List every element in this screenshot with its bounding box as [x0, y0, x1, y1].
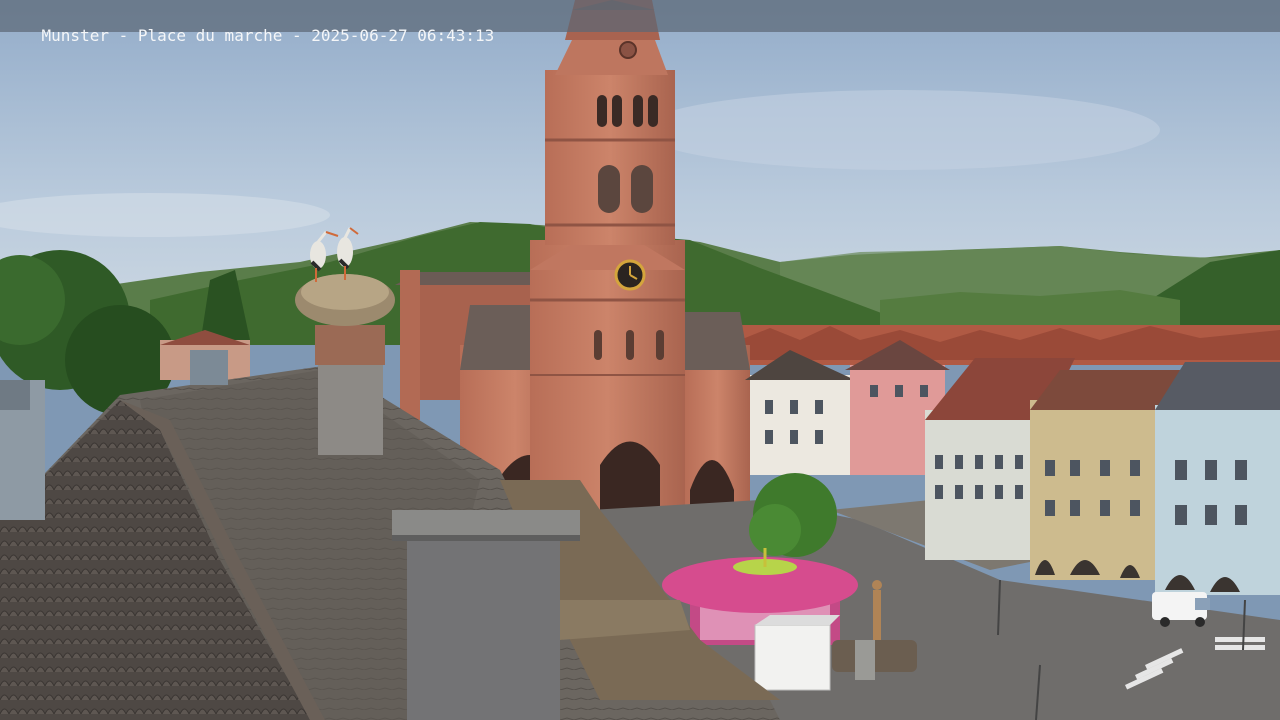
webcam-frame: Munster - Place du marche - 2025-06-27 0… — [0, 0, 1280, 720]
townhouse-blue — [1155, 405, 1280, 595]
white-booth — [754, 624, 831, 691]
capture-time: 06:43:13 — [417, 26, 495, 45]
rear-chimney — [318, 365, 383, 455]
camera-location: Munster - Place du marche — [41, 26, 283, 45]
chimney — [392, 510, 580, 720]
white-house — [750, 375, 850, 475]
webcam-image — [0, 0, 1280, 720]
timestamp-overlay: Munster - Place du marche - 2025-06-27 0… — [0, 0, 1280, 45]
townhouse-ochre — [1030, 400, 1160, 580]
capture-date: 2025-06-27 — [311, 26, 408, 45]
